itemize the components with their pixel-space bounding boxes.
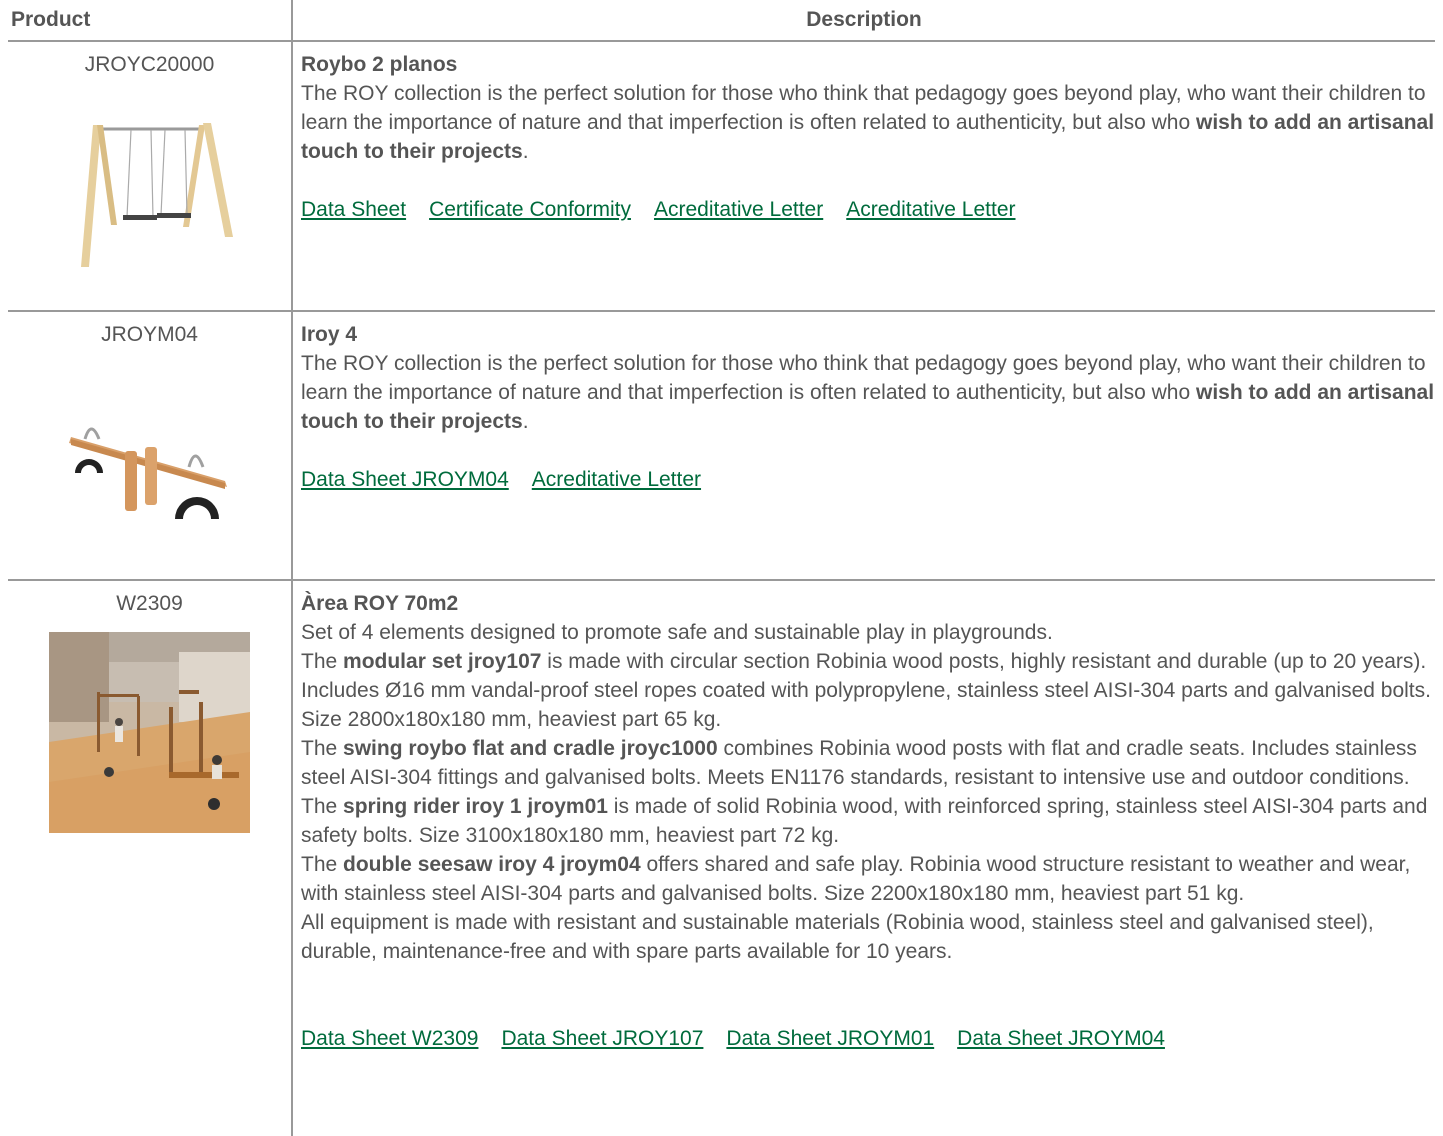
- product-title: Àrea ROY 70m2: [301, 592, 459, 615]
- product-title: Roybo 2 planos: [301, 53, 458, 76]
- bold-text: modular set jroy107: [343, 650, 542, 673]
- data-sheet-jroym04-link[interactable]: Data Sheet JROYM04: [957, 1027, 1165, 1050]
- data-sheet-jroy107-link[interactable]: Data Sheet JROY107: [501, 1027, 703, 1050]
- product-code: W2309: [116, 592, 183, 615]
- product-intro: The ROY collection is the perfect soluti…: [301, 79, 1435, 166]
- data-sheet-jroym01-link[interactable]: Data Sheet JROYM01: [726, 1027, 934, 1050]
- bold-text: swing roybo flat and cradle jroyc1000: [343, 737, 718, 760]
- product-code: JROYM04: [101, 323, 198, 346]
- table-row: JROYM04 Iroy 4 The ROY collection is the…: [8, 311, 1435, 581]
- paragraph-intro: Set of 4 elements designed to promote sa…: [301, 621, 1053, 644]
- description-cell: Roybo 2 planos The ROY collection is the…: [292, 41, 1435, 312]
- text: The: [301, 795, 344, 818]
- product-table-container: Product Description JROYC20000 Roybo 2 p…: [8, 0, 1435, 1136]
- text: The: [301, 853, 344, 876]
- data-sheet-jroym04-link[interactable]: Data Sheet JROYM04: [301, 468, 509, 491]
- product-cell: JROYM04: [8, 311, 293, 581]
- paragraph-materials: All equipment is made with resistant and…: [301, 911, 1374, 963]
- table-row: JROYC20000 Roybo 2 planos The ROY collec…: [8, 41, 1435, 312]
- data-sheet-link[interactable]: Data Sheet: [301, 198, 406, 221]
- description-cell: Àrea ROY 70m2 Set of 4 elements designed…: [292, 580, 1435, 1136]
- description-column-header: Description: [292, 0, 1435, 42]
- paragraph-spring-rider: The spring rider iroy 1 jroym01 is made …: [301, 792, 1435, 850]
- description-cell: Iroy 4 The ROY collection is the perfect…: [292, 311, 1435, 581]
- product-cell: W2309: [8, 580, 293, 1136]
- product-code: JROYC20000: [84, 53, 215, 76]
- product-column-header: Product: [8, 0, 293, 42]
- text: The: [301, 650, 344, 673]
- intro-end-text: .: [522, 410, 529, 433]
- seesaw-product-image[interactable]: [65, 399, 235, 529]
- data-sheet-w2309-link[interactable]: Data Sheet W2309: [301, 1027, 478, 1050]
- bold-text: spring rider iroy 1 jroym01: [343, 795, 608, 818]
- table-row: W2309 Àrea ROY 70m2 Set of 4 elements de…: [8, 580, 1435, 1136]
- swing-product-image[interactable]: [55, 117, 245, 267]
- paragraph-swing: The swing roybo flat and cradle jroyc100…: [301, 734, 1435, 792]
- table-header-row: Product Description: [8, 0, 1435, 42]
- product-description: Iroy 4 The ROY collection is the perfect…: [293, 312, 1435, 494]
- paragraph-modular-set: The modular set jroy107 is made with cir…: [301, 647, 1435, 734]
- playground-area-image[interactable]: [49, 632, 250, 833]
- text: The: [301, 737, 344, 760]
- document-links: Data Sheet JROYM04 Acreditative Letter: [301, 465, 1435, 494]
- product-intro: The ROY collection is the perfect soluti…: [301, 349, 1435, 436]
- paragraph-seesaw: The double seesaw iroy 4 jroym04 offers …: [301, 850, 1435, 908]
- acreditative-letter-link[interactable]: Acreditative Letter: [532, 468, 701, 491]
- product-description: Àrea ROY 70m2 Set of 4 elements designed…: [293, 581, 1435, 1053]
- acreditative-letter-link[interactable]: Acreditative Letter: [654, 198, 823, 221]
- intro-end-text: .: [522, 140, 529, 163]
- bold-text: double seesaw iroy 4 jroym04: [343, 853, 641, 876]
- product-title: Iroy 4: [301, 323, 358, 346]
- product-cell: JROYC20000: [8, 41, 293, 312]
- product-description: Roybo 2 planos The ROY collection is the…: [293, 42, 1435, 224]
- acreditative-letter-link-2[interactable]: Acreditative Letter: [846, 198, 1015, 221]
- product-table: Product Description JROYC20000 Roybo 2 p…: [8, 0, 1435, 1136]
- document-links: Data Sheet W2309 Data Sheet JROY107 Data S…: [301, 1024, 1435, 1053]
- document-links: Data Sheet Certificate Conformity Acredita…: [301, 195, 1435, 224]
- certificate-conformity-link[interactable]: Certificate Conformity: [429, 198, 631, 221]
